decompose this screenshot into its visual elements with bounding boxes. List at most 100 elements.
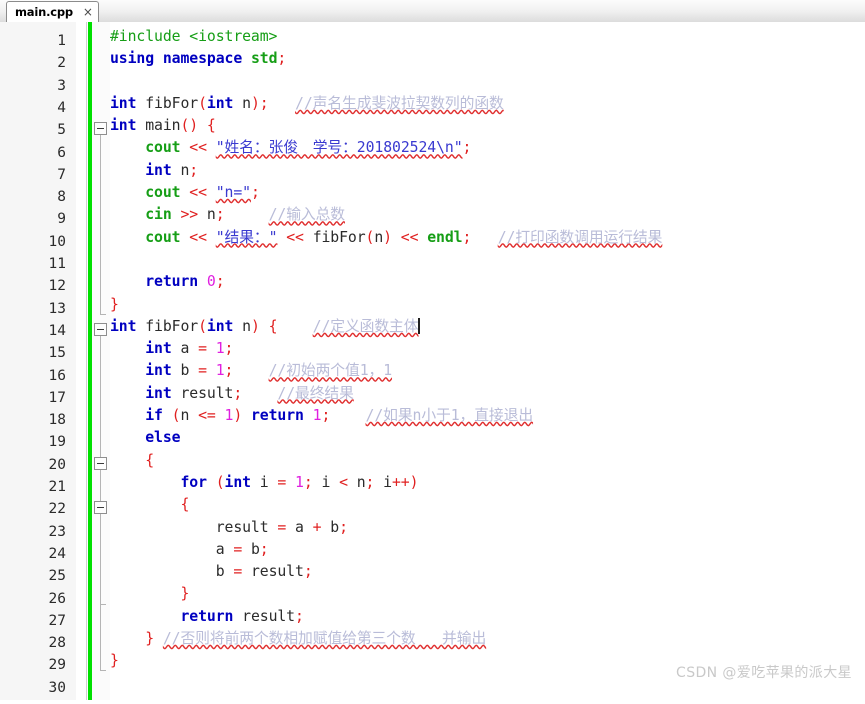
- line-number: 1: [57, 33, 66, 49]
- tab-main-cpp[interactable]: main.cpp ×: [6, 1, 99, 22]
- code-line[interactable]: }: [110, 294, 865, 316]
- code-line[interactable]: for (int i = 1; i < n; i++): [110, 472, 865, 494]
- operator: =: [277, 473, 287, 491]
- code-comment: //定义函数主体: [312, 317, 419, 335]
- operator: ;: [189, 161, 199, 179]
- identifier: fibFor: [145, 94, 199, 112]
- code-line[interactable]: cout << "n=";: [110, 182, 865, 204]
- identifier: b: [250, 540, 260, 558]
- code-comment: //初始两个值1，1: [268, 362, 393, 380]
- identifier: n: [180, 407, 190, 425]
- code-line[interactable]: int result; //最终结果: [110, 383, 865, 405]
- identifier: n: [242, 317, 251, 335]
- std-symbol: cout: [145, 228, 181, 246]
- identifier: fibFor: [312, 228, 366, 246]
- code-line[interactable]: cin >> n; //输入总数: [110, 204, 865, 226]
- identifier: b: [215, 563, 225, 581]
- code-line[interactable]: int fibFor(int n) { //定义函数主体: [110, 316, 865, 338]
- code-line[interactable]: result = a + b;: [110, 517, 865, 539]
- code-line[interactable]: #include <iostream>: [110, 26, 865, 48]
- code-editor[interactable]: 1 2 3 4 5 6 7 8 9 10 11 12 13 14 15 16 17 18 19 20 21 22 23 24 2…: [0, 22, 865, 700]
- operator: (: [198, 317, 207, 335]
- keyword: using: [110, 50, 155, 68]
- code-line[interactable]: int a = 1;: [110, 338, 865, 360]
- code-comment: //如果n小于1，直接退出: [365, 407, 534, 425]
- operator: ;: [295, 607, 304, 625]
- identifier: n: [356, 473, 366, 491]
- line-number: 4: [57, 99, 66, 116]
- fold-toggle-icon[interactable]: [94, 501, 107, 515]
- identifier: result: [242, 607, 295, 625]
- operator: {: [268, 317, 278, 335]
- fold-toggle-icon[interactable]: [94, 122, 107, 136]
- code-fold-margin[interactable]: [92, 22, 110, 700]
- operator: <: [339, 473, 348, 491]
- code-line[interactable]: }: [110, 583, 865, 605]
- code-line[interactable]: int b = 1; //初始两个值1，1: [110, 360, 865, 382]
- code-line[interactable]: int main() {: [110, 115, 865, 137]
- fold-end-marker: [100, 603, 106, 605]
- code-comment: //最终结果: [277, 384, 354, 402]
- operator: {: [145, 451, 155, 469]
- code-line[interactable]: int fibFor(int n); //声名生成斐波拉契数列的函数: [110, 93, 865, 115]
- code-line[interactable]: [110, 71, 865, 93]
- code-text-area[interactable]: #include <iostream> using namespace std; …: [110, 22, 865, 704]
- code-line[interactable]: int n;: [110, 160, 865, 182]
- operator: }: [145, 630, 155, 648]
- std-symbol: endl: [427, 228, 463, 246]
- line-number: 22: [48, 501, 66, 518]
- code-line[interactable]: if (n <= 1) return 1; //如果n小于1，直接退出: [110, 405, 865, 427]
- code-line[interactable]: [110, 249, 865, 271]
- code-line[interactable]: cout << "姓名：张俊 学号：201802524\n";: [110, 137, 865, 159]
- line-number: 8: [57, 189, 66, 206]
- identifier: a: [180, 340, 190, 358]
- code-line[interactable]: {: [110, 450, 865, 472]
- string-literal: "结果：": [215, 228, 278, 246]
- line-number: 5: [57, 122, 66, 139]
- line-number: 7: [57, 166, 66, 183]
- code-line[interactable]: else: [110, 427, 865, 449]
- operator: ;: [462, 139, 472, 157]
- operator: <<: [189, 228, 207, 246]
- code-line[interactable]: cout << "结果：" << fibFor(n) << endl; //打印…: [110, 227, 865, 249]
- numeric-literal: 1: [215, 340, 225, 358]
- line-number: 3: [57, 77, 66, 94]
- operator: ;: [259, 540, 269, 558]
- operator: );: [250, 94, 269, 112]
- keyword: int: [206, 317, 234, 335]
- code-line[interactable]: a = b;: [110, 539, 865, 561]
- code-line[interactable]: using namespace std;: [110, 48, 865, 70]
- line-number: 9: [57, 211, 66, 228]
- fold-guide-line: [100, 135, 101, 314]
- operator: <<: [189, 184, 207, 202]
- identifier: i: [321, 473, 331, 491]
- operator: >>: [180, 206, 199, 224]
- keyword: int: [145, 161, 172, 179]
- identifier: n: [180, 161, 190, 179]
- fold-toggle-icon[interactable]: [94, 322, 107, 336]
- operator: (: [198, 94, 207, 112]
- code-line[interactable]: } //否则将前两个数相加赋值给第三个数 并输出: [110, 628, 865, 650]
- fold-guide-line: [100, 514, 101, 604]
- fold-toggle-icon[interactable]: [94, 456, 107, 470]
- line-number: 17: [48, 389, 66, 406]
- identifier: result: [180, 384, 234, 402]
- identifier: main: [145, 117, 181, 135]
- code-line[interactable]: return result;: [110, 606, 865, 628]
- close-icon[interactable]: ×: [83, 6, 93, 18]
- code-line[interactable]: {: [110, 494, 865, 516]
- identifier: i: [383, 473, 392, 491]
- keyword: return: [180, 607, 234, 625]
- operator: ;: [233, 384, 243, 402]
- keyword: if: [145, 407, 163, 425]
- code-comment: //否则将前两个数相加赋值给第三个数 并输出: [162, 630, 487, 648]
- numeric-literal: 1: [215, 362, 225, 380]
- code-line[interactable]: b = result;: [110, 561, 865, 583]
- operator: =: [198, 362, 207, 380]
- operator: ;: [224, 340, 234, 358]
- identifier: n: [242, 94, 251, 112]
- code-line[interactable]: return 0;: [110, 271, 865, 293]
- line-number: 2: [57, 55, 66, 72]
- code-comment: //输入总数: [268, 206, 346, 224]
- keyword: int: [145, 384, 172, 402]
